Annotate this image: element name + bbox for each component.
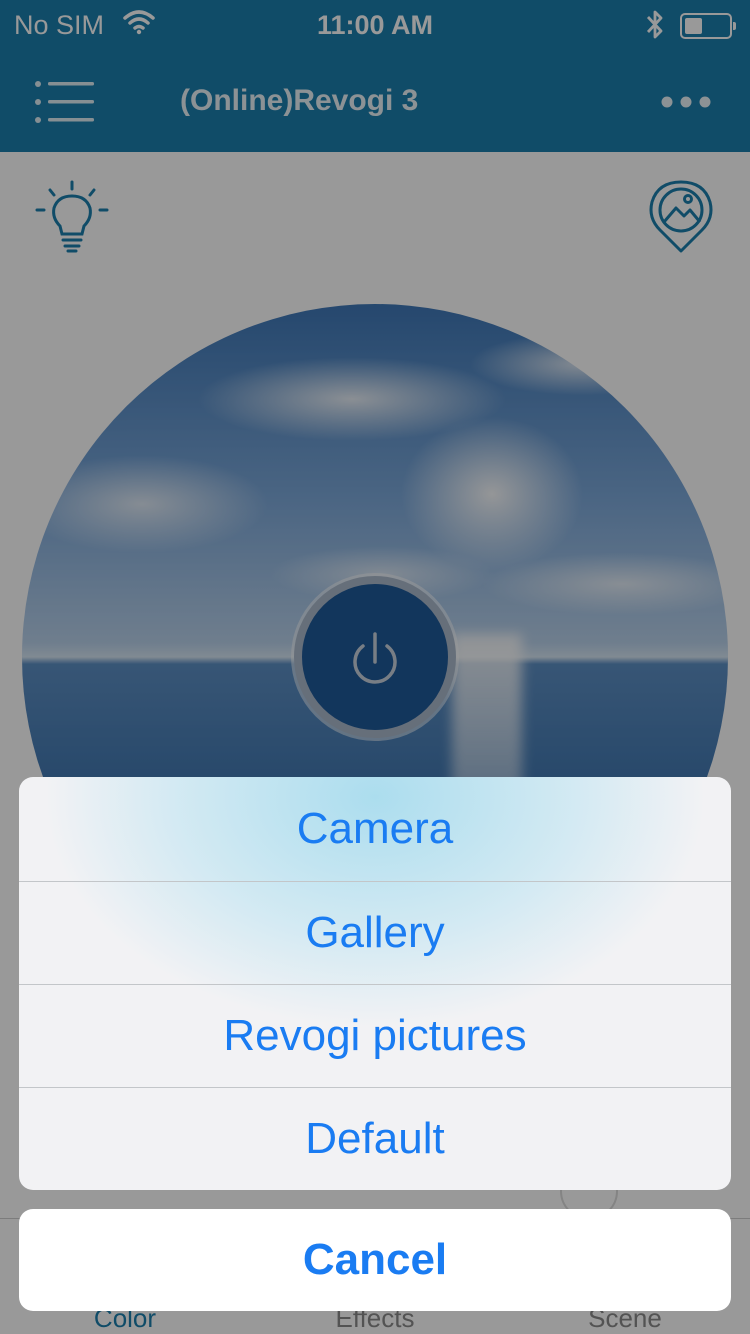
camera-option[interactable]: Camera bbox=[19, 777, 731, 881]
cancel-button[interactable]: Cancel bbox=[19, 1209, 731, 1311]
revogi-pictures-option[interactable]: Revogi pictures bbox=[19, 984, 731, 1087]
default-option[interactable]: Default bbox=[19, 1087, 731, 1190]
image-source-action-sheet: Camera Gallery Revogi pictures Default bbox=[19, 777, 731, 1190]
gallery-option[interactable]: Gallery bbox=[19, 881, 731, 984]
